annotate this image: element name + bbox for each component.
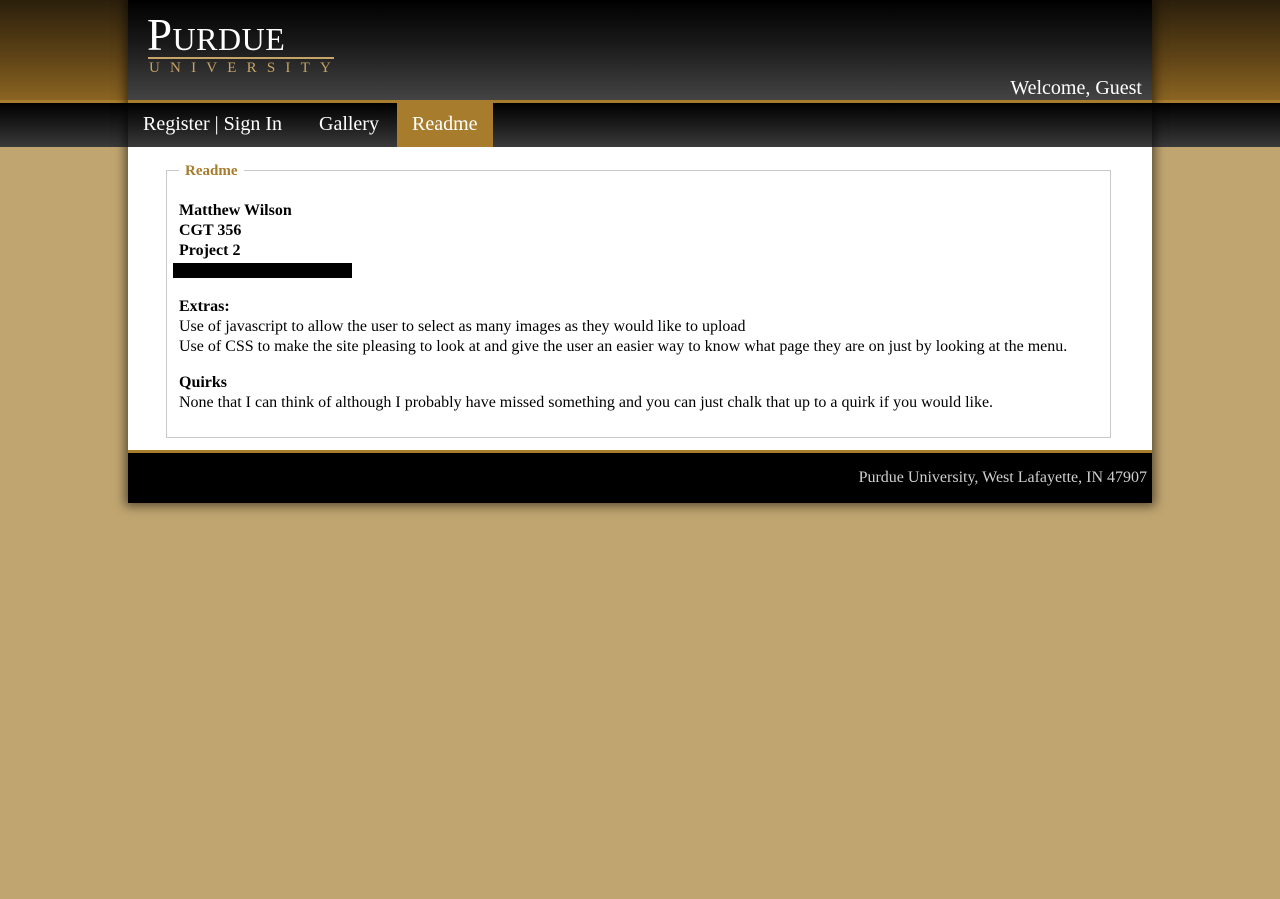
main-nav: Register | Sign In Gallery Readme — [128, 100, 1152, 147]
main-content: Readme Matthew Wilson CGT 356 Project 2 … — [128, 147, 1152, 450]
extras-line: Use of javascript to allow the user to s… — [179, 318, 746, 335]
course-code: CGT 356 — [179, 222, 242, 239]
page-container: Purdue UNIVERSITY Welcome, Guest Registe… — [128, 0, 1152, 503]
readme-legend: Readme — [179, 161, 244, 181]
quirks-line: None that I can think of although I prob… — [179, 394, 994, 411]
footer: Purdue University, West Lafayette, IN 47… — [128, 450, 1152, 503]
welcome-message: Welcome, Guest — [1010, 77, 1142, 99]
footer-address: Purdue University, West Lafayette, IN 47… — [858, 469, 1147, 486]
header: Purdue UNIVERSITY Welcome, Guest — [128, 0, 1152, 100]
logo-subtitle: UNIVERSITY — [149, 60, 341, 76]
extras-section: Extras: Use of javascript to allow the u… — [179, 297, 1067, 357]
author-name: Matthew Wilson — [179, 202, 292, 219]
redacted-block — [173, 263, 352, 278]
quirks-heading: Quirks — [179, 374, 228, 391]
nav-item-gallery[interactable]: Gallery — [301, 103, 397, 147]
extras-line: Use of CSS to make the site pleasing to … — [179, 338, 1068, 355]
nav-item-readme[interactable]: Readme — [396, 103, 493, 147]
readme-fieldset: Readme Matthew Wilson CGT 356 Project 2 … — [166, 161, 1111, 438]
nav-item-register-sign-in[interactable]: Register | Sign In — [128, 103, 297, 147]
readme-header-block: Matthew Wilson CGT 356 Project 2 — [179, 201, 292, 261]
project-name: Project 2 — [179, 242, 241, 259]
logo-wordmark: Purdue — [147, 10, 285, 60]
quirks-section: Quirks None that I can think of although… — [179, 373, 993, 413]
extras-heading: Extras: — [179, 298, 230, 315]
logo-wordmark-text: Purdue — [147, 10, 286, 60]
purdue-logo[interactable]: Purdue UNIVERSITY — [147, 10, 347, 78]
